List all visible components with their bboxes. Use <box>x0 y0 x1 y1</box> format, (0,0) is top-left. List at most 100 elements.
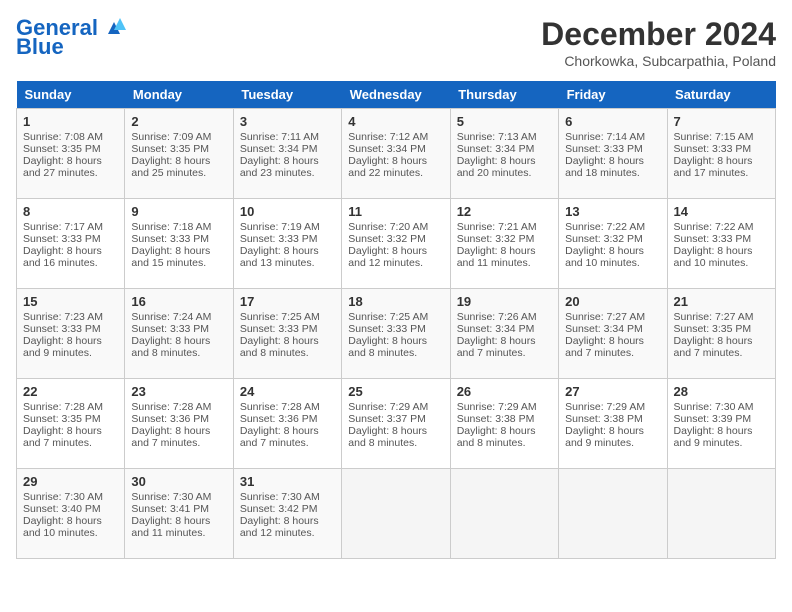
sunset-label: Sunset: 3:32 PM <box>348 233 426 245</box>
calendar-cell: 21 Sunrise: 7:27 AM Sunset: 3:35 PM Dayl… <box>667 289 775 379</box>
sunset-label: Sunset: 3:33 PM <box>674 143 752 155</box>
day-number: 18 <box>348 294 443 309</box>
calendar-cell: 31 Sunrise: 7:30 AM Sunset: 3:42 PM Dayl… <box>233 469 341 559</box>
sunrise-label: Sunrise: 7:30 AM <box>240 491 320 503</box>
calendar-cell: 26 Sunrise: 7:29 AM Sunset: 3:38 PM Dayl… <box>450 379 558 469</box>
sunrise-label: Sunrise: 7:22 AM <box>674 221 754 233</box>
calendar-cell: 30 Sunrise: 7:30 AM Sunset: 3:41 PM Dayl… <box>125 469 233 559</box>
calendar-cell: 13 Sunrise: 7:22 AM Sunset: 3:32 PM Dayl… <box>559 199 667 289</box>
day-number: 13 <box>565 204 660 219</box>
day-number: 21 <box>674 294 769 309</box>
daylight-label: Daylight: 8 hours and 11 minutes. <box>131 515 210 539</box>
calendar-cell <box>450 469 558 559</box>
calendar-cell: 8 Sunrise: 7:17 AM Sunset: 3:33 PM Dayli… <box>17 199 125 289</box>
calendar-cell: 29 Sunrise: 7:30 AM Sunset: 3:40 PM Dayl… <box>17 469 125 559</box>
day-number: 24 <box>240 384 335 399</box>
daylight-label: Daylight: 8 hours and 20 minutes. <box>457 155 536 179</box>
day-number: 17 <box>240 294 335 309</box>
sunrise-label: Sunrise: 7:23 AM <box>23 311 103 323</box>
calendar-cell: 5 Sunrise: 7:13 AM Sunset: 3:34 PM Dayli… <box>450 109 558 199</box>
day-number: 27 <box>565 384 660 399</box>
daylight-label: Daylight: 8 hours and 11 minutes. <box>457 245 536 269</box>
logo-icon <box>100 16 130 38</box>
month-title: December 2024 <box>541 16 776 53</box>
day-number: 7 <box>674 114 769 129</box>
daylight-label: Daylight: 8 hours and 22 minutes. <box>348 155 427 179</box>
col-sunday: Sunday <box>17 81 125 109</box>
day-number: 1 <box>23 114 118 129</box>
daylight-label: Daylight: 8 hours and 8 minutes. <box>457 425 536 449</box>
sunrise-label: Sunrise: 7:29 AM <box>565 401 645 413</box>
daylight-label: Daylight: 8 hours and 16 minutes. <box>23 245 102 269</box>
sunset-label: Sunset: 3:41 PM <box>131 503 209 515</box>
calendar-week-1: 1 Sunrise: 7:08 AM Sunset: 3:35 PM Dayli… <box>17 109 776 199</box>
calendar-cell: 12 Sunrise: 7:21 AM Sunset: 3:32 PM Dayl… <box>450 199 558 289</box>
sunrise-label: Sunrise: 7:12 AM <box>348 131 428 143</box>
sunrise-label: Sunrise: 7:28 AM <box>240 401 320 413</box>
calendar-cell: 7 Sunrise: 7:15 AM Sunset: 3:33 PM Dayli… <box>667 109 775 199</box>
col-thursday: Thursday <box>450 81 558 109</box>
header: General Blue December 2024 Chorkowka, Su… <box>16 16 776 69</box>
daylight-label: Daylight: 8 hours and 7 minutes. <box>131 425 210 449</box>
sunset-label: Sunset: 3:42 PM <box>240 503 318 515</box>
sunset-label: Sunset: 3:33 PM <box>674 233 752 245</box>
sunset-label: Sunset: 3:33 PM <box>131 233 209 245</box>
sunrise-label: Sunrise: 7:20 AM <box>348 221 428 233</box>
day-number: 26 <box>457 384 552 399</box>
day-number: 8 <box>23 204 118 219</box>
day-number: 29 <box>23 474 118 489</box>
daylight-label: Daylight: 8 hours and 9 minutes. <box>23 335 102 359</box>
calendar-cell: 6 Sunrise: 7:14 AM Sunset: 3:33 PM Dayli… <box>559 109 667 199</box>
daylight-label: Daylight: 8 hours and 7 minutes. <box>23 425 102 449</box>
calendar-cell: 15 Sunrise: 7:23 AM Sunset: 3:33 PM Dayl… <box>17 289 125 379</box>
col-wednesday: Wednesday <box>342 81 450 109</box>
col-monday: Monday <box>125 81 233 109</box>
sunset-label: Sunset: 3:37 PM <box>348 413 426 425</box>
sunset-label: Sunset: 3:33 PM <box>348 323 426 335</box>
day-number: 6 <box>565 114 660 129</box>
day-number: 4 <box>348 114 443 129</box>
sunrise-label: Sunrise: 7:29 AM <box>457 401 537 413</box>
sunset-label: Sunset: 3:34 PM <box>565 323 643 335</box>
sunrise-label: Sunrise: 7:28 AM <box>131 401 211 413</box>
sunset-label: Sunset: 3:38 PM <box>457 413 535 425</box>
daylight-label: Daylight: 8 hours and 8 minutes. <box>240 335 319 359</box>
day-number: 5 <box>457 114 552 129</box>
sunset-label: Sunset: 3:35 PM <box>131 143 209 155</box>
calendar-cell: 3 Sunrise: 7:11 AM Sunset: 3:34 PM Dayli… <box>233 109 341 199</box>
sunset-label: Sunset: 3:32 PM <box>565 233 643 245</box>
sunset-label: Sunset: 3:40 PM <box>23 503 101 515</box>
sunrise-label: Sunrise: 7:29 AM <box>348 401 428 413</box>
calendar-cell: 2 Sunrise: 7:09 AM Sunset: 3:35 PM Dayli… <box>125 109 233 199</box>
sunrise-label: Sunrise: 7:26 AM <box>457 311 537 323</box>
calendar-cell: 23 Sunrise: 7:28 AM Sunset: 3:36 PM Dayl… <box>125 379 233 469</box>
day-number: 22 <box>23 384 118 399</box>
sunrise-label: Sunrise: 7:22 AM <box>565 221 645 233</box>
calendar-cell: 24 Sunrise: 7:28 AM Sunset: 3:36 PM Dayl… <box>233 379 341 469</box>
daylight-label: Daylight: 8 hours and 7 minutes. <box>674 335 753 359</box>
sunrise-label: Sunrise: 7:19 AM <box>240 221 320 233</box>
calendar-cell: 22 Sunrise: 7:28 AM Sunset: 3:35 PM Dayl… <box>17 379 125 469</box>
calendar-cell: 20 Sunrise: 7:27 AM Sunset: 3:34 PM Dayl… <box>559 289 667 379</box>
daylight-label: Daylight: 8 hours and 18 minutes. <box>565 155 644 179</box>
logo: General Blue <box>16 16 130 60</box>
location: Chorkowka, Subcarpathia, Poland <box>541 53 776 69</box>
sunset-label: Sunset: 3:34 PM <box>348 143 426 155</box>
daylight-label: Daylight: 8 hours and 10 minutes. <box>23 515 102 539</box>
daylight-label: Daylight: 8 hours and 15 minutes. <box>131 245 210 269</box>
sunset-label: Sunset: 3:35 PM <box>23 413 101 425</box>
daylight-label: Daylight: 8 hours and 7 minutes. <box>457 335 536 359</box>
col-friday: Friday <box>559 81 667 109</box>
sunrise-label: Sunrise: 7:15 AM <box>674 131 754 143</box>
sunset-label: Sunset: 3:36 PM <box>131 413 209 425</box>
daylight-label: Daylight: 8 hours and 25 minutes. <box>131 155 210 179</box>
col-saturday: Saturday <box>667 81 775 109</box>
sunset-label: Sunset: 3:33 PM <box>23 323 101 335</box>
sunset-label: Sunset: 3:35 PM <box>674 323 752 335</box>
header-row: Sunday Monday Tuesday Wednesday Thursday… <box>17 81 776 109</box>
calendar-cell: 10 Sunrise: 7:19 AM Sunset: 3:33 PM Dayl… <box>233 199 341 289</box>
daylight-label: Daylight: 8 hours and 8 minutes. <box>348 425 427 449</box>
calendar-cell: 18 Sunrise: 7:25 AM Sunset: 3:33 PM Dayl… <box>342 289 450 379</box>
calendar-cell: 9 Sunrise: 7:18 AM Sunset: 3:33 PM Dayli… <box>125 199 233 289</box>
day-number: 16 <box>131 294 226 309</box>
